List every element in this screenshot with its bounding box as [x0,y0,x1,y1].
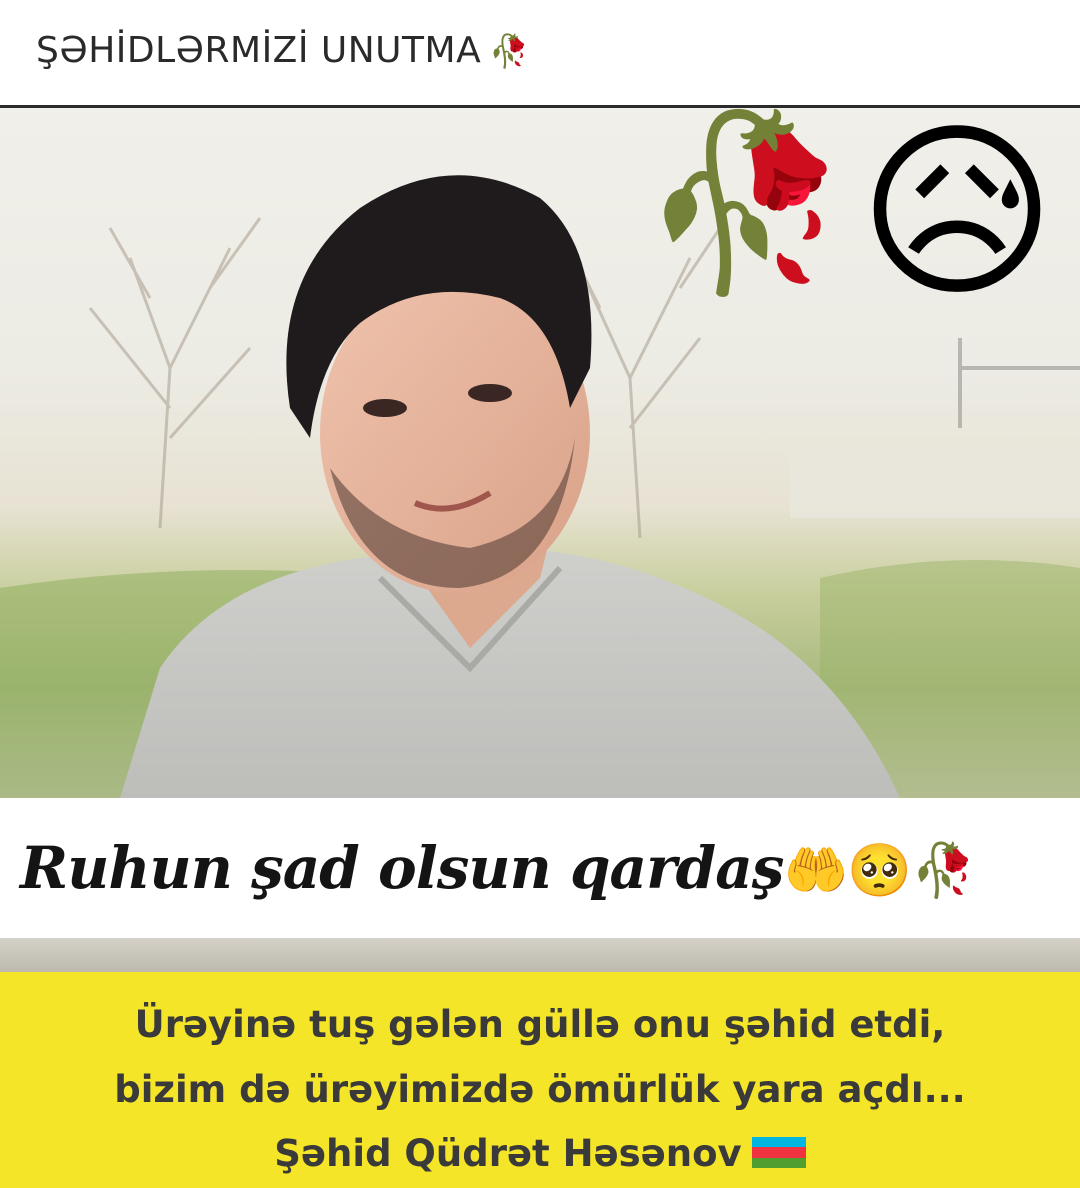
azerbaijan-flag-icon [751,1136,806,1169]
header-title-text: ŞƏHİDLƏRMİZİ UNUTMA [36,30,482,71]
header: ŞƏHİDLƏRMİZİ UNUTMA 🥀 [0,0,1080,108]
background-wall [790,448,1080,518]
pleading-face-icon: 🥺 [847,840,912,901]
praying-hands-icon: 🤲 [783,840,848,901]
wilted-rose-icon: 🥀 [489,32,530,70]
memorial-photo: 🥀 😥 [0,108,1080,798]
martyr-name: Şəhid Qüdrət Həsənov [274,1132,742,1175]
banner-line-2: bizim də ürəyimizdə ömürlük yara açdı... [114,1068,966,1111]
wilted-rose-icon: 🥀 [640,108,852,302]
banner-line-1: Ürəyinə tuş gələn güllə onu şəhid etdi, [134,1003,946,1046]
banner-line-3: Şəhid Qüdrət Həsənov [0,1132,1080,1175]
caption: Ruhun şad olsun qardaş🤲🥺🥀 [20,834,976,902]
sad-face-icon: 😥 [858,108,1057,323]
caption-text: Ruhun şad olsun qardaş [20,834,784,902]
photo-strip [0,938,1080,972]
caption-band: Ruhun şad olsun qardaş🤲🥺🥀 [0,798,1080,938]
header-title: ŞƏHİDLƏRMİZİ UNUTMA 🥀 [36,30,530,71]
wilted-rose-icon: 🥀 [910,840,976,901]
